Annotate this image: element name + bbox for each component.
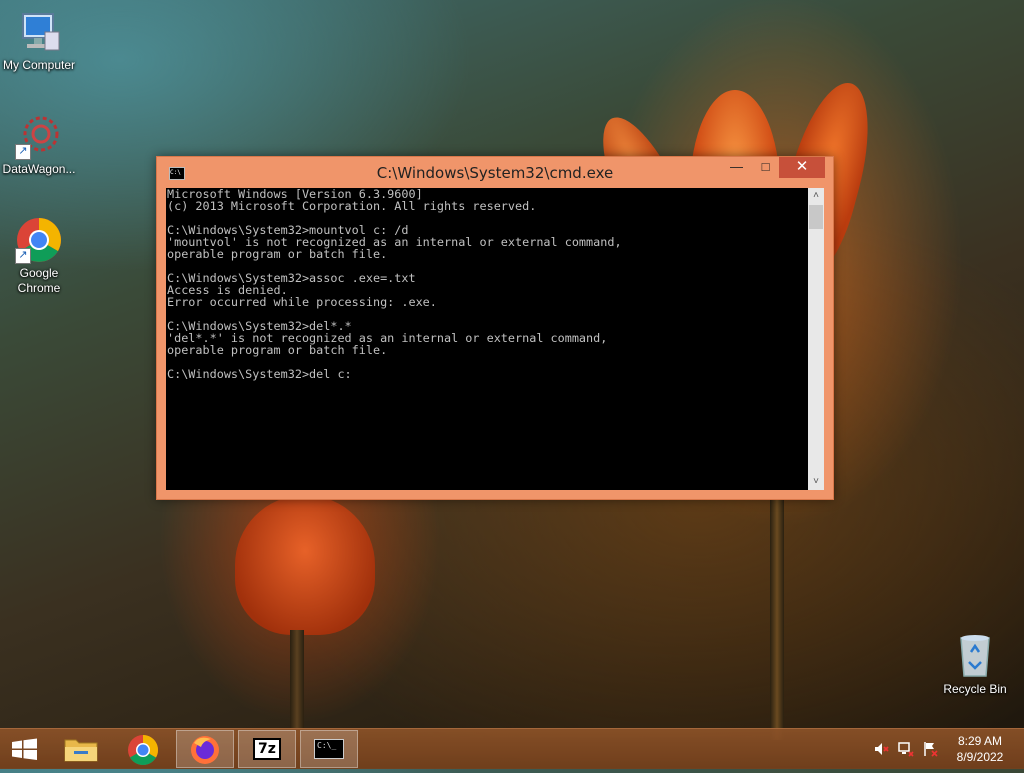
recycle-bin-icon bbox=[951, 632, 999, 680]
windows-logo-icon bbox=[12, 738, 37, 760]
chrome-icon: ↗ bbox=[15, 216, 63, 264]
computer-icon bbox=[15, 8, 63, 56]
close-button[interactable]: ✕ bbox=[779, 157, 825, 178]
desktop-icon-google-chrome[interactable]: ↗ Google Chrome bbox=[0, 216, 81, 296]
system-clock[interactable]: 8:29 AM 8/9/2022 bbox=[944, 733, 1016, 765]
taskbar: 7z C:\_ 8:29 AM 8/9/2022 bbox=[0, 728, 1024, 769]
action-center-flag-icon[interactable] bbox=[922, 741, 938, 757]
7zip-taskbar-button[interactable]: 7z bbox=[238, 730, 296, 768]
wallpaper-stem bbox=[290, 630, 304, 740]
clock-time: 8:29 AM bbox=[957, 734, 1003, 748]
wallpaper-flower bbox=[235, 495, 375, 635]
datawagon-icon: ↗ bbox=[15, 112, 63, 160]
maximize-button[interactable]: □ bbox=[752, 157, 779, 178]
firefox-icon bbox=[191, 736, 219, 764]
minimize-button[interactable]: — bbox=[723, 157, 750, 178]
folder-icon bbox=[64, 739, 98, 762]
title-bar[interactable]: C:\ C:\Windows\System32\cmd.exe — □ ✕ bbox=[157, 157, 833, 188]
console-line: C:\Windows\System32>del c: bbox=[167, 367, 352, 381]
console-line: operable program or batch file. bbox=[167, 247, 388, 261]
shortcut-arrow-icon: ↗ bbox=[15, 248, 31, 264]
console-line: Error occurred while processing: .exe. bbox=[167, 295, 437, 309]
console-output[interactable]: Microsoft Windows [Version 6.3.9600] (c) … bbox=[166, 188, 808, 490]
shortcut-arrow-icon: ↗ bbox=[15, 144, 31, 160]
cmd-taskbar-button[interactable]: C:\_ bbox=[300, 730, 358, 768]
desktop-icon-label: Recycle Bin bbox=[943, 682, 1007, 696]
console-line: (c) 2013 Microsoft Corporation. All righ… bbox=[167, 199, 537, 213]
clock-date: 8/9/2022 bbox=[956, 750, 1004, 764]
scroll-down-button[interactable]: ˅ bbox=[808, 474, 824, 490]
console-line: operable program or batch file. bbox=[167, 343, 388, 357]
chrome-taskbar-button[interactable] bbox=[114, 730, 172, 768]
volume-muted-icon[interactable] bbox=[873, 741, 889, 757]
chrome-icon bbox=[128, 735, 159, 766]
cmd-window[interactable]: C:\ C:\Windows\System32\cmd.exe — □ ✕ Mi… bbox=[156, 156, 834, 500]
network-icon[interactable] bbox=[898, 741, 914, 757]
start-button[interactable] bbox=[0, 730, 58, 768]
desktop-icon-label: Google Chrome bbox=[17, 266, 61, 295]
vertical-scrollbar[interactable]: ˄ ˅ bbox=[808, 188, 824, 490]
desktop-icon-label: DataWagon... bbox=[2, 162, 76, 176]
7zip-icon: 7z bbox=[253, 738, 281, 760]
scroll-up-button[interactable]: ˄ bbox=[808, 188, 824, 204]
wallpaper-stem bbox=[770, 490, 784, 740]
cmd-icon: C:\_ bbox=[314, 739, 344, 759]
file-explorer-button[interactable] bbox=[52, 730, 110, 768]
firefox-taskbar-button[interactable] bbox=[176, 730, 234, 768]
desktop-icon-recycle-bin[interactable]: Recycle Bin bbox=[933, 632, 1017, 697]
desktop-icon-label: My Computer bbox=[2, 58, 76, 72]
desktop-icon-my-computer[interactable]: My Computer bbox=[0, 8, 81, 73]
scrollbar-thumb[interactable] bbox=[809, 205, 823, 229]
desktop-icon-datawagon[interactable]: ↗ DataWagon... bbox=[0, 112, 81, 177]
